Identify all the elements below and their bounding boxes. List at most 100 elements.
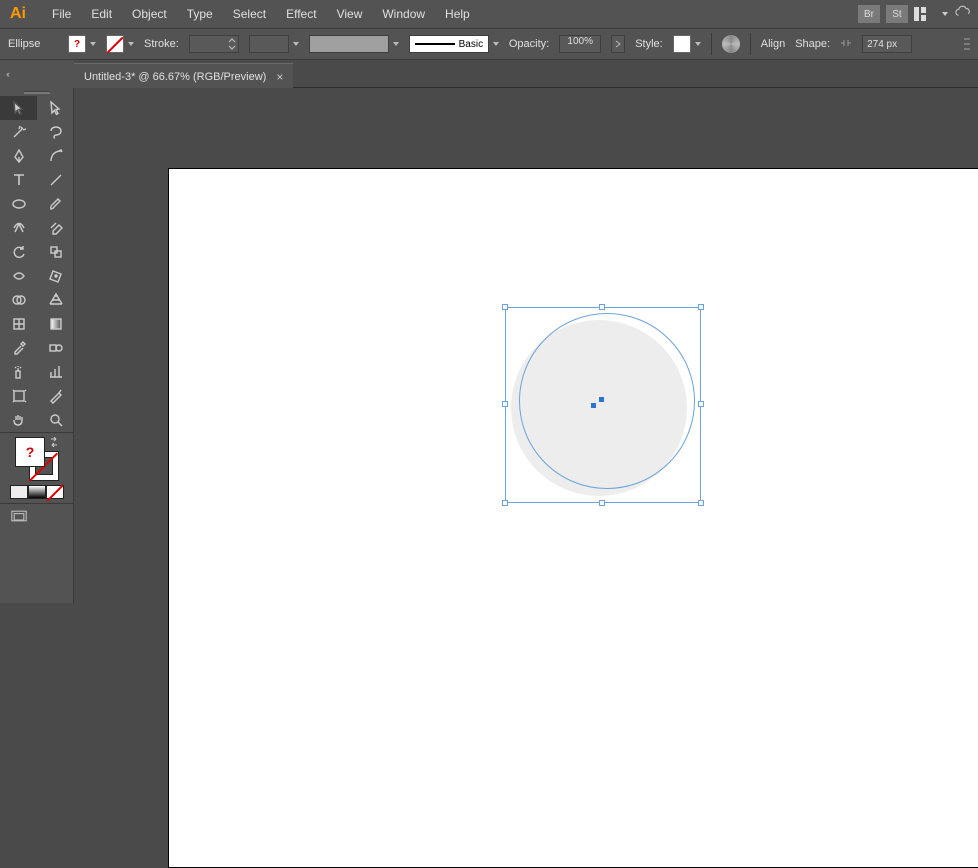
- brush-definition[interactable]: Basic: [409, 35, 489, 53]
- selection-handle-nw[interactable]: [502, 304, 508, 310]
- gradient-tool[interactable]: [37, 312, 74, 336]
- tools-panel: ?: [0, 88, 74, 603]
- swap-fill-stroke-button[interactable]: [49, 437, 59, 447]
- brush-line-icon: [415, 43, 455, 45]
- document-tab-bar: Untitled-3* @ 66.67% (RGB/Preview) ×: [74, 60, 978, 88]
- divider: [711, 33, 712, 55]
- fill-swatch[interactable]: ?: [68, 35, 86, 53]
- style-caret[interactable]: [695, 42, 701, 46]
- brush-caret[interactable]: [493, 42, 499, 46]
- brush-width-caret[interactable]: [393, 42, 399, 46]
- menu-window[interactable]: Window: [372, 3, 435, 25]
- stroke-swatch[interactable]: [106, 35, 124, 53]
- lasso-tool[interactable]: [37, 120, 74, 144]
- fill-color-control[interactable]: ?: [68, 35, 96, 53]
- direct-selection-tool[interactable]: [37, 96, 74, 120]
- graphic-style-swatch[interactable]: [673, 35, 691, 53]
- shaper-tool[interactable]: [0, 216, 37, 240]
- menu-object[interactable]: Object: [122, 3, 177, 25]
- brush-label: Basic: [459, 39, 483, 50]
- menu-select[interactable]: Select: [223, 3, 276, 25]
- type-tool[interactable]: [0, 168, 37, 192]
- stroke-color-control[interactable]: [106, 35, 134, 53]
- color-mode-solid[interactable]: [10, 485, 28, 499]
- variable-width-profile[interactable]: [249, 35, 289, 53]
- selection-handle-e[interactable]: [698, 401, 704, 407]
- control-bar-menu-icon[interactable]: [962, 35, 970, 53]
- app-logo: Ai: [6, 5, 30, 23]
- selection-handle-s[interactable]: [599, 500, 605, 506]
- ellipse-tool[interactable]: [0, 192, 37, 216]
- divider: [750, 33, 751, 55]
- shape-width-input[interactable]: 274 px: [862, 35, 912, 53]
- eyedropper-tool[interactable]: [0, 336, 37, 360]
- hand-tool[interactable]: [0, 408, 37, 432]
- control-bar: Ellipse ? Stroke: Basic Opacity: 100% St…: [0, 28, 978, 60]
- perspective-grid-tool[interactable]: [37, 288, 74, 312]
- artboard-tool[interactable]: [0, 384, 37, 408]
- color-mode-none[interactable]: [46, 485, 64, 499]
- blend-tool[interactable]: [37, 336, 74, 360]
- menu-view[interactable]: View: [327, 3, 373, 25]
- stroke-label[interactable]: Stroke:: [144, 38, 179, 50]
- bridge-button[interactable]: Br: [858, 5, 880, 23]
- selection-handle-se[interactable]: [698, 500, 704, 506]
- opacity-label[interactable]: Opacity:: [509, 38, 549, 50]
- stroke-caret[interactable]: [128, 42, 134, 46]
- scale-tool[interactable]: [37, 240, 74, 264]
- menu-type[interactable]: Type: [177, 3, 223, 25]
- document-tab[interactable]: Untitled-3* @ 66.67% (RGB/Preview) ×: [74, 63, 293, 89]
- symbol-sprayer-tool[interactable]: [0, 360, 37, 384]
- opacity-input[interactable]: 100%: [559, 35, 601, 53]
- stock-button[interactable]: St: [886, 5, 908, 23]
- selection-handle-ne[interactable]: [698, 304, 704, 310]
- variable-width-caret[interactable]: [293, 42, 299, 46]
- brush-width-preview[interactable]: [309, 35, 389, 53]
- shape-label[interactable]: Shape:: [795, 38, 830, 50]
- selection-handle-n[interactable]: [599, 304, 605, 310]
- align-label[interactable]: Align: [761, 38, 785, 50]
- line-segment-tool[interactable]: [37, 168, 74, 192]
- stroke-weight-input[interactable]: [189, 35, 239, 53]
- selection-handle-sw[interactable]: [502, 500, 508, 506]
- width-link-icon[interactable]: [840, 37, 852, 52]
- opacity-dropdown-button[interactable]: [611, 35, 625, 53]
- magic-wand-tool[interactable]: [0, 120, 37, 144]
- menu-bar: Ai File Edit Object Type Select Effect V…: [0, 0, 978, 28]
- pen-tool[interactable]: [0, 144, 37, 168]
- menu-effect[interactable]: Effect: [276, 3, 326, 25]
- zoom-tool[interactable]: [37, 408, 74, 432]
- sync-settings-icon[interactable]: [954, 4, 972, 25]
- color-mode-gradient[interactable]: [28, 485, 46, 499]
- width-tool[interactable]: [0, 264, 37, 288]
- arrange-documents-caret[interactable]: [942, 12, 948, 16]
- fill-stroke-controls: ?: [0, 433, 74, 503]
- recolor-artwork-button[interactable]: [722, 35, 740, 53]
- shape-builder-tool[interactable]: [0, 288, 37, 312]
- screen-mode-button[interactable]: [0, 504, 37, 528]
- expand-panels-button[interactable]: ‹‹: [6, 69, 8, 79]
- canvas-area[interactable]: [74, 88, 978, 603]
- slice-tool[interactable]: [37, 384, 74, 408]
- style-label[interactable]: Style:: [635, 38, 663, 50]
- document-tab-close-button[interactable]: ×: [276, 70, 283, 84]
- rotate-tool[interactable]: [0, 240, 37, 264]
- paintbrush-tool[interactable]: [37, 192, 74, 216]
- eraser-tool[interactable]: [37, 216, 74, 240]
- curvature-tool[interactable]: [37, 144, 74, 168]
- document-tab-title: Untitled-3* @ 66.67% (RGB/Preview): [84, 71, 266, 83]
- artboard[interactable]: [168, 168, 978, 868]
- fill-color-well[interactable]: ?: [15, 437, 45, 467]
- selection-handle-w[interactable]: [502, 401, 508, 407]
- mesh-tool[interactable]: [0, 312, 37, 336]
- fill-caret[interactable]: [90, 42, 96, 46]
- arrange-documents-button[interactable]: [914, 7, 932, 21]
- menu-edit[interactable]: Edit: [81, 3, 122, 25]
- selection-bounding-box[interactable]: [505, 307, 701, 503]
- free-transform-tool[interactable]: [37, 264, 74, 288]
- menu-help[interactable]: Help: [435, 3, 480, 25]
- menu-file[interactable]: File: [42, 3, 81, 25]
- column-graph-tool[interactable]: [37, 360, 74, 384]
- selection-tool[interactable]: [0, 96, 37, 120]
- tools-panel-grip[interactable]: [0, 88, 73, 96]
